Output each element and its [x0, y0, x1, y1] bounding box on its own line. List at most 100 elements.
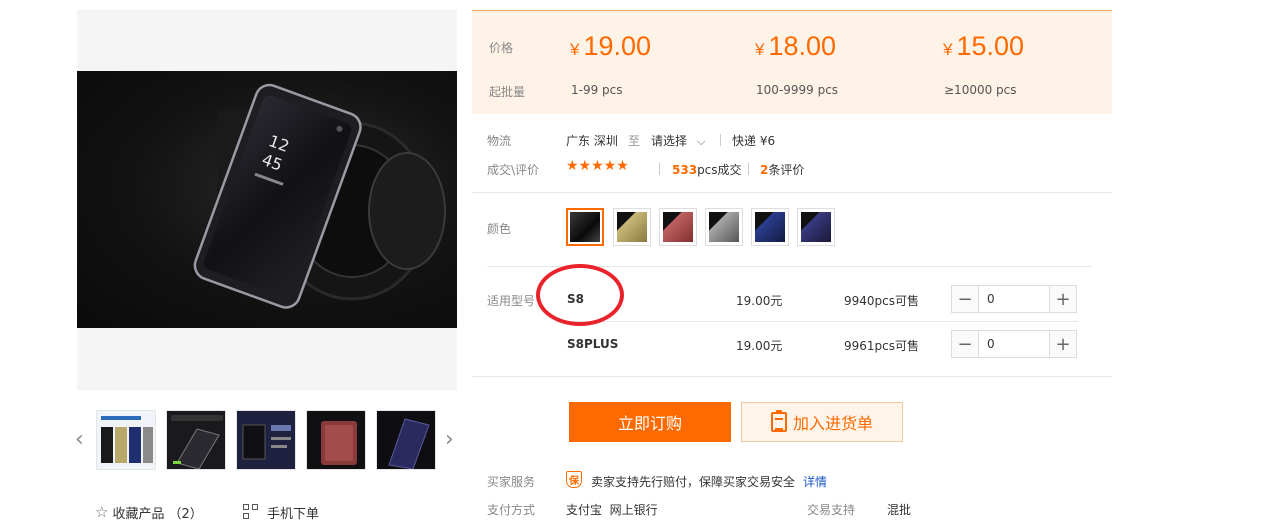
chevron-down-icon: ⌵ — [697, 135, 706, 148]
destination-select[interactable]: 请选择 ⌵ — [651, 132, 705, 149]
thumbnail-3-image — [237, 411, 295, 469]
quantity-input[interactable] — [979, 286, 1049, 312]
thumbnail-next-arrow[interactable]: › — [445, 429, 454, 451]
row-divider — [566, 321, 1078, 322]
logistics-label: 物流 — [487, 134, 512, 148]
logistics-to: 至 — [628, 134, 641, 148]
model-stock: 9961pcs可售 — [844, 337, 919, 354]
currency-symbol: ¥ — [943, 40, 953, 59]
price-tier-1: ¥19.00 — [570, 31, 651, 62]
thumbnail-prev-arrow[interactable]: ‹ — [75, 429, 84, 451]
range-tier-1: 1-99 pcs — [571, 83, 623, 97]
currency-symbol: ¥ — [570, 40, 580, 59]
thumbnail-2-image — [167, 411, 225, 469]
review-count[interactable]: 2条评价 — [760, 161, 804, 178]
service-label: 买家服务 — [487, 475, 536, 489]
stock-value: 9961 — [844, 339, 875, 353]
service-text: 卖家支持先行赔付，保障买家交易安全 — [591, 475, 796, 489]
quantity-input[interactable] — [979, 331, 1049, 357]
stock-value: 9940 — [844, 294, 875, 308]
thumbnail-4-image — [307, 411, 365, 469]
deals-label: 成交\评价 — [487, 163, 540, 177]
color-label: 颜色 — [487, 222, 512, 236]
swatch-image — [570, 212, 600, 242]
decrease-button[interactable]: − — [952, 331, 979, 357]
model-name-s8plus: S8PLUS — [567, 337, 619, 351]
payment-methods: 支付宝 网上银行 — [566, 503, 658, 517]
color-swatch-purple[interactable] — [797, 208, 835, 246]
models-label: 适用型号 — [487, 294, 536, 308]
stock-suffix: pcs可售 — [874, 339, 920, 353]
section-divider — [487, 266, 1092, 267]
sold-count-value: 533 — [672, 163, 698, 177]
thumbnail-3[interactable] — [236, 410, 296, 470]
range-tier-2: 100-9999 pcs — [756, 83, 839, 97]
swatch-image — [663, 212, 693, 242]
trade-support-label: 交易支持 — [807, 503, 856, 517]
price-label: 价格 — [489, 41, 514, 55]
divider — [720, 134, 721, 146]
star-outline-icon: ☆ — [95, 503, 109, 521]
moq-label: 起批量 — [489, 85, 526, 99]
price-tier-1-value: 19.00 — [583, 31, 652, 61]
favorite-label: 收藏产品 — [112, 506, 165, 522]
color-swatch-silver[interactable] — [705, 208, 743, 246]
clipboard-icon — [770, 410, 787, 432]
price-tier-3-value: 15.00 — [956, 31, 1025, 61]
model-price: 19.00元 — [736, 339, 783, 353]
quantity-stepper-s8: − + — [951, 285, 1077, 313]
section-divider — [472, 376, 1112, 377]
add-to-purchase-list-button[interactable]: 加入进货单 — [741, 402, 903, 442]
thumbnail-1-image — [97, 411, 155, 469]
destination-value: 请选择 — [651, 134, 688, 148]
swatch-image — [709, 212, 739, 242]
service-details-link[interactable]: 详情 — [803, 473, 827, 490]
color-swatch-black[interactable] — [566, 208, 604, 246]
sold-count: 533pcs成交 — [672, 161, 742, 178]
sold-suffix: pcs成交 — [697, 163, 742, 177]
thumbnail-2[interactable] — [166, 410, 226, 470]
mobile-order[interactable]: 手机下单 — [243, 502, 319, 522]
color-swatch-blue[interactable] — [751, 208, 789, 246]
thumbnail-5-image — [377, 411, 435, 469]
buy-now-button[interactable]: 立即订购 — [569, 402, 731, 442]
model-price: 19.00元 — [736, 294, 783, 308]
thumbnail-1[interactable] — [96, 410, 156, 470]
divider — [748, 163, 749, 175]
color-swatch-gold[interactable] — [613, 208, 651, 246]
logistics-origin: 广东 深圳 — [566, 134, 618, 148]
decrease-button[interactable]: − — [952, 286, 979, 312]
guarantee-shield-icon: 保 — [566, 471, 582, 488]
thumbnail-4[interactable] — [306, 410, 366, 470]
swatch-image — [801, 212, 831, 242]
price-tier-2-value: 18.00 — [768, 31, 837, 61]
stock-suffix: pcs可售 — [874, 294, 920, 308]
main-image-frame: 12 45 — [77, 10, 457, 390]
color-swatch-rose[interactable] — [659, 208, 697, 246]
model-stock: 9940pcs可售 — [844, 292, 919, 309]
rating-stars: ★★★★★ — [566, 158, 629, 174]
review-suffix: 条评价 — [768, 163, 805, 177]
favorite-product[interactable]: ☆ 收藏产品 （2） — [95, 502, 203, 522]
divider — [659, 163, 660, 175]
swatch-image — [617, 212, 647, 242]
add-to-list-label: 加入进货单 — [792, 414, 873, 433]
increase-button[interactable]: + — [1049, 331, 1076, 357]
increase-button[interactable]: + — [1049, 286, 1076, 312]
qr-code-icon — [243, 504, 259, 520]
trade-support-value: 混批 — [887, 503, 912, 517]
price-tier-3: ¥15.00 — [943, 31, 1024, 62]
price-tier-2: ¥18.00 — [755, 31, 836, 62]
mobile-order-label: 手机下单 — [267, 506, 320, 522]
main-product-image[interactable]: 12 45 — [77, 71, 457, 328]
product-photo-illustration: 12 45 — [193, 83, 446, 309]
price-panel: 价格 起批量 ¥19.00 ¥18.00 ¥15.00 1-99 pcs 100… — [472, 10, 1112, 114]
swatch-image — [755, 212, 785, 242]
thumbnail-5[interactable] — [376, 410, 436, 470]
section-divider — [472, 192, 1112, 193]
payment-label: 支付方式 — [487, 503, 536, 517]
range-tier-3: ≥10000 pcs — [944, 83, 1017, 97]
currency-symbol: ¥ — [755, 40, 765, 59]
thumbnail-strip: ‹ › — [75, 410, 457, 470]
favorite-count: （2） — [168, 506, 203, 522]
